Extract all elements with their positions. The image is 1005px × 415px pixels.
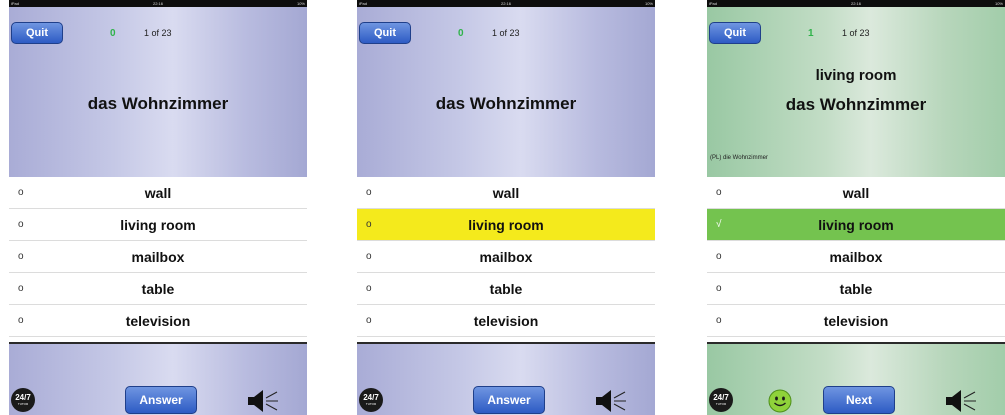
tutor-logo[interactable]: 24/7 TUTOR xyxy=(11,388,35,412)
speaker-icon[interactable] xyxy=(944,389,978,413)
quiz-screen-selected: iPad 22:16 10% Quit 0 1 of 23 das Wohnzi… xyxy=(357,0,655,415)
answer-button[interactable]: Answer xyxy=(125,386,197,414)
clock: 22:16 xyxy=(500,1,511,6)
speaker-icon[interactable] xyxy=(594,389,628,413)
status-bar: iPad 22:16 10% xyxy=(9,0,307,7)
tutor-logo-sub: TUTOR xyxy=(365,402,377,406)
option-row[interactable]: o table xyxy=(9,273,307,305)
status-bar: iPad 22:16 10% xyxy=(357,0,655,7)
quiz-screen-correct: iPad 22:16 10% Quit 1 1 of 23 living roo… xyxy=(707,0,1005,415)
option-row[interactable]: o wall xyxy=(707,177,1005,209)
option-row-selected[interactable]: o living room xyxy=(357,209,655,241)
option-row[interactable]: o wall xyxy=(357,177,655,209)
question-progress: 1 of 23 xyxy=(492,28,520,38)
option-label: wall xyxy=(492,185,520,201)
speaker-icon[interactable] xyxy=(246,389,280,413)
option-row[interactable]: o mailbox xyxy=(9,241,307,273)
quiz-footer: 24/7 TUTOR Next xyxy=(707,342,1005,415)
battery-level: 10% xyxy=(994,1,1003,6)
option-label: mailbox xyxy=(131,249,185,265)
tutor-logo-main: 24/7 xyxy=(363,393,379,402)
option-label: living room xyxy=(468,217,544,233)
tutor-logo-main: 24/7 xyxy=(15,393,31,402)
option-row[interactable]: o mailbox xyxy=(357,241,655,273)
clock: 22:16 xyxy=(152,1,163,6)
quit-button[interactable]: Quit xyxy=(359,22,411,44)
answer-options: o wall o living room o mailbox o table o tele… xyxy=(357,177,655,337)
question-term: das Wohnzimmer xyxy=(435,94,577,113)
option-label: wall xyxy=(144,185,172,201)
plural-note: (PL) die Wohnzimmer xyxy=(710,155,768,161)
option-label: mailbox xyxy=(479,249,533,265)
score-counter: 1 xyxy=(808,28,814,39)
question-progress: 1 of 23 xyxy=(144,28,172,38)
option-row[interactable]: o mailbox xyxy=(707,241,1005,273)
status-bar: iPad 22:16 10% xyxy=(707,0,1005,7)
option-label: television xyxy=(125,313,191,329)
clock: 22:16 xyxy=(850,1,861,6)
option-row[interactable]: o living room xyxy=(9,209,307,241)
answer-options: o wall o living room o mailbox o table o tele… xyxy=(9,177,307,337)
tutor-logo-main: 24/7 xyxy=(713,393,729,402)
quiz-footer: 24/7 TUTOR Answer xyxy=(357,342,655,415)
option-label: living room xyxy=(818,217,894,233)
option-label: table xyxy=(141,281,175,297)
option-label: television xyxy=(823,313,889,329)
answer-button[interactable]: Answer xyxy=(473,386,545,414)
option-row-correct[interactable]: √ living room xyxy=(707,209,1005,241)
score-counter: 0 xyxy=(110,28,116,39)
revealed-answer: living room xyxy=(815,67,897,84)
question-header: Quit 0 1 of 23 das Wohnzimmer xyxy=(9,7,307,177)
quiz-screen-question: iPad 22:16 10% Quit 0 1 of 23 das Wohnzi… xyxy=(9,0,307,415)
quit-button[interactable]: Quit xyxy=(11,22,63,44)
question-header: Quit 0 1 of 23 das Wohnzimmer xyxy=(357,7,655,177)
option-row[interactable]: o television xyxy=(9,305,307,337)
option-label: mailbox xyxy=(829,249,883,265)
score-counter: 0 xyxy=(458,28,464,39)
battery-level: 10% xyxy=(644,1,653,6)
tutor-logo[interactable]: 24/7 TUTOR xyxy=(709,388,733,412)
tutor-logo-sub: TUTOR xyxy=(715,402,727,406)
answer-options: o wall √ living room o mailbox o table o tele… xyxy=(707,177,1005,337)
option-label: wall xyxy=(842,185,870,201)
tutor-logo-sub: TUTOR xyxy=(17,402,29,406)
question-term: das Wohnzimmer xyxy=(87,94,229,113)
quit-button[interactable]: Quit xyxy=(709,22,761,44)
question-progress: 1 of 23 xyxy=(842,28,870,38)
option-row[interactable]: o television xyxy=(357,305,655,337)
option-label: living room xyxy=(120,217,196,233)
smiley-icon xyxy=(768,389,792,413)
battery-level: 10% xyxy=(296,1,305,6)
option-row[interactable]: o table xyxy=(357,273,655,305)
option-label: television xyxy=(473,313,539,329)
question-header: Quit 1 1 of 23 living room das Wohnzimme… xyxy=(707,7,1005,177)
question-term: das Wohnzimmer xyxy=(785,95,927,114)
option-label: table xyxy=(839,281,873,297)
option-row[interactable]: o table xyxy=(707,273,1005,305)
tutor-logo[interactable]: 24/7 TUTOR xyxy=(359,388,383,412)
option-row[interactable]: o wall xyxy=(9,177,307,209)
option-row[interactable]: o television xyxy=(707,305,1005,337)
option-label: table xyxy=(489,281,523,297)
quiz-footer: 24/7 TUTOR Answer xyxy=(9,342,307,415)
next-button[interactable]: Next xyxy=(823,386,895,414)
